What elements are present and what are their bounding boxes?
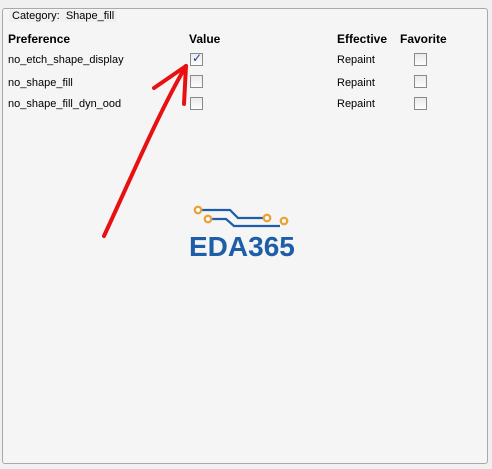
annotation-arrow-icon xyxy=(102,64,188,238)
